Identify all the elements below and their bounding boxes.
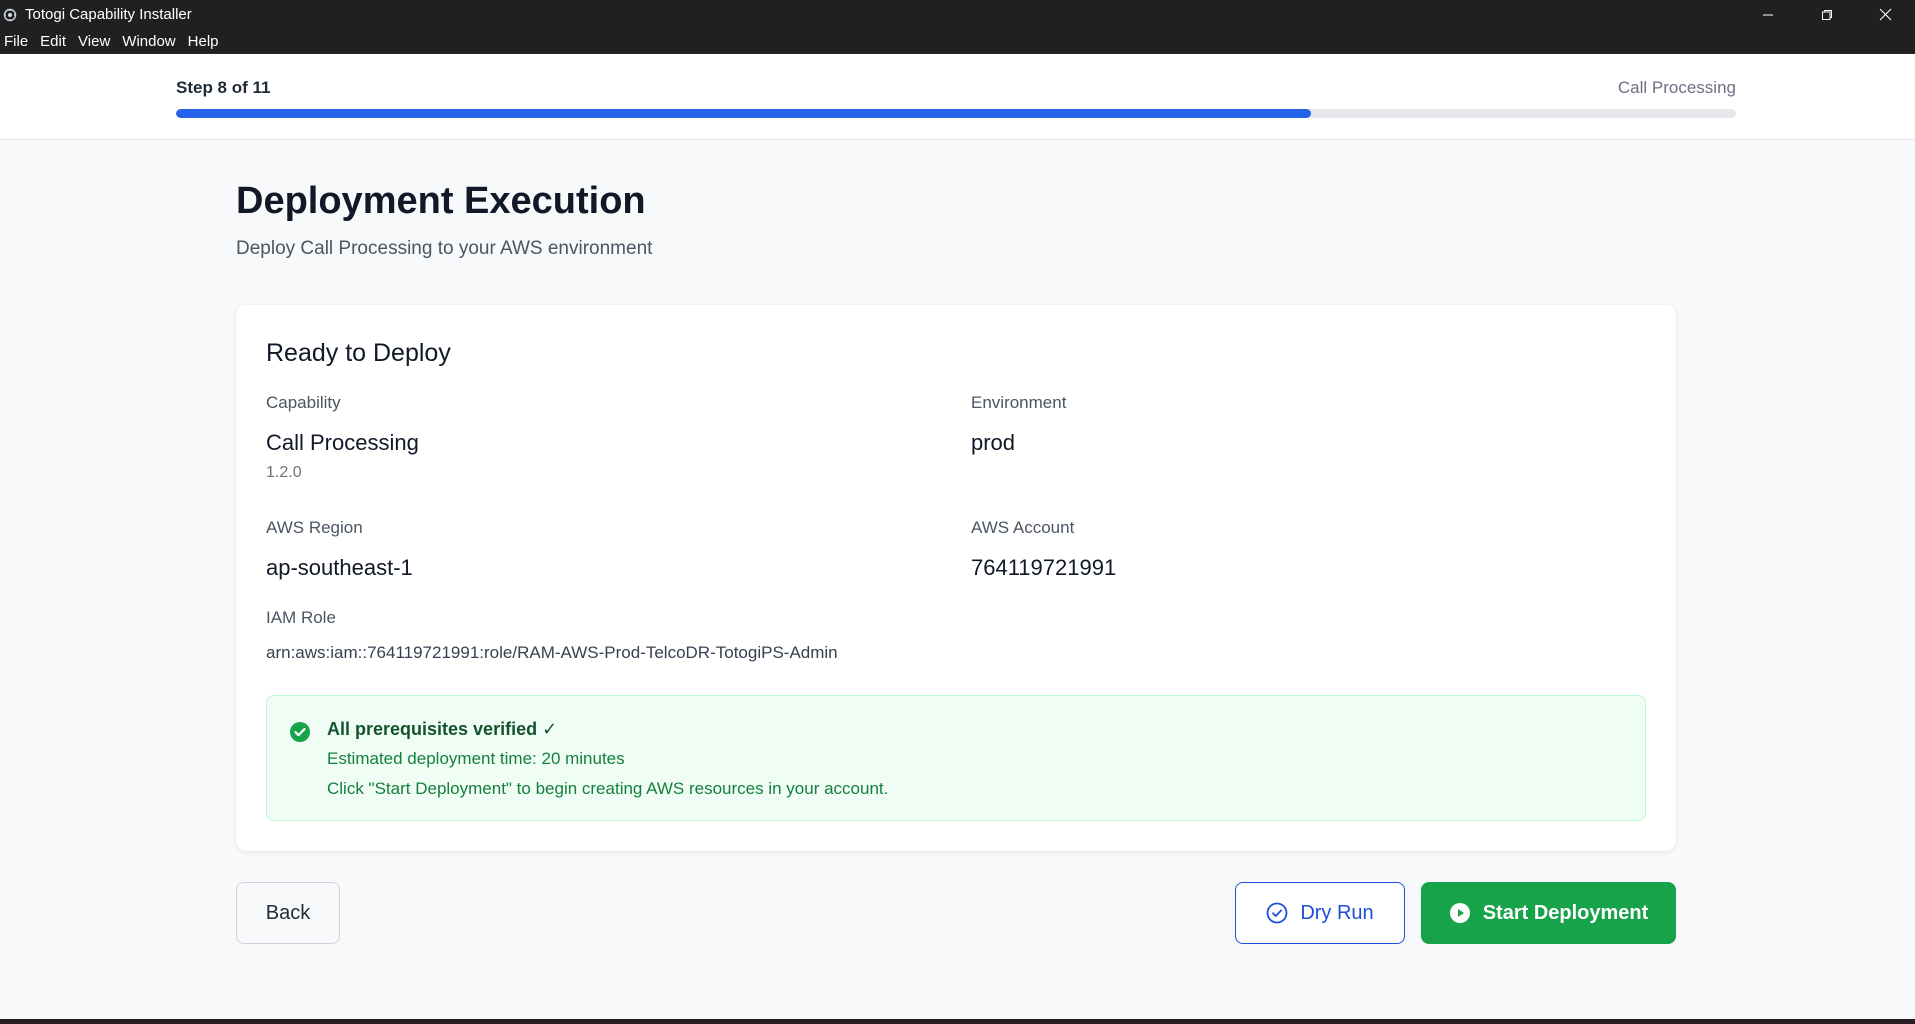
check-circle-outline-icon [1266, 902, 1288, 924]
iam-role-label: IAM Role [266, 608, 336, 627]
progress-header: Step 8 of 11 Call Processing [0, 54, 1915, 140]
step-counter: Step 8 of 11 [176, 78, 271, 97]
minimize-button[interactable] [1738, 0, 1797, 29]
progress-bar [176, 109, 1736, 118]
environment-label: Environment [971, 393, 1067, 412]
prerequisites-notice: All prerequisites verified ✓ Estimated d… [266, 695, 1646, 821]
minimize-icon [1762, 14, 1773, 15]
aws-account-label: AWS Account [971, 518, 1075, 537]
start-deployment-button-label: Start Deployment [1482, 901, 1649, 924]
bottom-edge [0, 1019, 1915, 1024]
restore-icon [1821, 9, 1832, 20]
capability-value: Call Processing [266, 430, 419, 455]
back-button-label: Back [265, 901, 311, 924]
environment-value: prod [971, 430, 1016, 455]
back-button[interactable]: Back [236, 882, 340, 944]
close-button[interactable] [1856, 0, 1915, 29]
capability-version: 1.2.0 [266, 464, 302, 481]
menu-file[interactable]: File [0, 29, 34, 54]
play-circle-icon [1449, 902, 1471, 924]
progress-bar-fill [176, 109, 1311, 118]
notice-title: All prerequisites verified ✓ [327, 719, 558, 739]
title-bar: Totogi Capability Installer [0, 0, 1915, 29]
menu-window[interactable]: Window [116, 29, 181, 54]
iam-role-value: arn:aws:iam::764119721991:role/RAM-AWS-P… [266, 643, 838, 662]
card-title: Ready to Deploy [266, 339, 451, 367]
page-title: Deployment Execution [236, 180, 646, 222]
dry-run-button[interactable]: Dry Run [1235, 882, 1405, 944]
app-logo-icon [2, 7, 18, 23]
start-deployment-button[interactable]: Start Deployment [1421, 882, 1676, 944]
menu-view[interactable]: View [72, 29, 116, 54]
dry-run-button-label: Dry Run [1300, 901, 1374, 924]
capability-label: Capability [266, 393, 341, 412]
menu-edit[interactable]: Edit [34, 29, 72, 54]
aws-account-value: 764119721991 [971, 555, 1117, 580]
menu-bar: File Edit View Window Help [0, 29, 1915, 54]
deployment-summary-card: Ready to Deploy Capability Call Processi… [236, 305, 1676, 851]
window-title: Totogi Capability Installer [25, 6, 192, 23]
start-instructions-text: Click "Start Deployment" to begin creati… [327, 779, 889, 798]
restore-button[interactable] [1797, 0, 1856, 29]
aws-region-value: ap-southeast-1 [266, 555, 413, 580]
menu-help[interactable]: Help [182, 29, 225, 54]
step-name: Call Processing [1617, 78, 1736, 97]
aws-region-label: AWS Region [266, 518, 363, 537]
close-icon [1879, 8, 1892, 21]
page-subtitle: Deploy Call Processing to your AWS envir… [236, 238, 653, 259]
estimated-time-text: Estimated deployment time: 20 minutes [327, 749, 625, 768]
check-circle-icon [290, 722, 310, 742]
